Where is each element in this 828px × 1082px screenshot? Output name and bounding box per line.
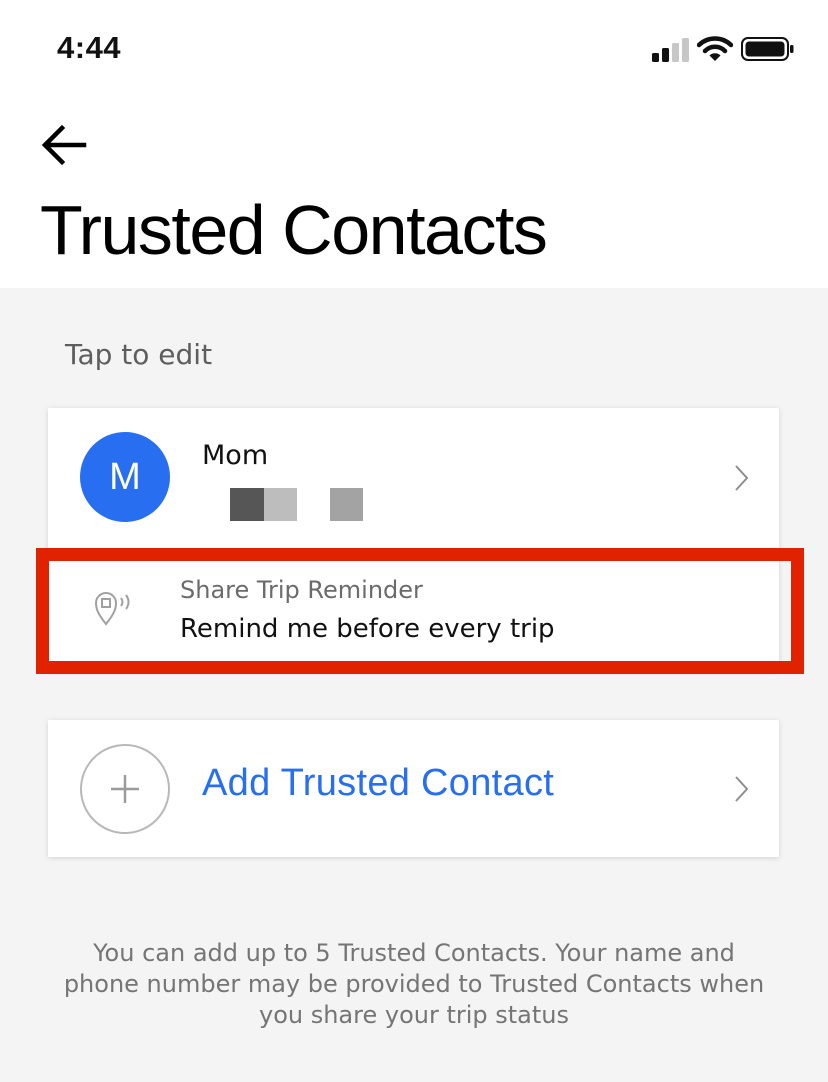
battery-icon <box>741 37 794 61</box>
avatar-initial: M <box>109 455 141 498</box>
status-time: 4:44 <box>57 30 122 65</box>
section-label: Tap to edit <box>65 338 213 371</box>
reminder-value: Remind me before every trip <box>180 614 555 644</box>
plus-circle <box>80 744 170 834</box>
location-pin-signal-icon <box>94 592 130 626</box>
avatar: M <box>80 432 170 522</box>
add-contact-label: Add Trusted Contact <box>202 762 555 804</box>
contact-name: Mom <box>202 440 269 471</box>
page-title: Trusted Contacts <box>40 191 548 269</box>
back-arrow-icon[interactable] <box>40 124 88 166</box>
footer-note: You can add up to 5 Trusted Contacts. Yo… <box>63 939 765 1029</box>
contact-row-mom[interactable]: M Mom <box>48 408 779 548</box>
plus-icon <box>111 775 139 803</box>
chevron-right-icon <box>735 465 749 491</box>
trusted-contact-card: M Mom Share Trip Reminder Remind me befo… <box>48 408 779 671</box>
reminder-label: Share Trip Reminder <box>180 576 423 604</box>
cellular-signal-icon <box>652 38 689 62</box>
wifi-icon <box>697 36 733 61</box>
header-area: 4:44 Trusted Contacts <box>0 0 828 288</box>
share-trip-reminder-row[interactable]: Share Trip Reminder Remind me before eve… <box>48 558 779 658</box>
chevron-right-icon <box>735 776 749 802</box>
add-trusted-contact-button[interactable]: Add Trusted Contact <box>48 720 779 857</box>
